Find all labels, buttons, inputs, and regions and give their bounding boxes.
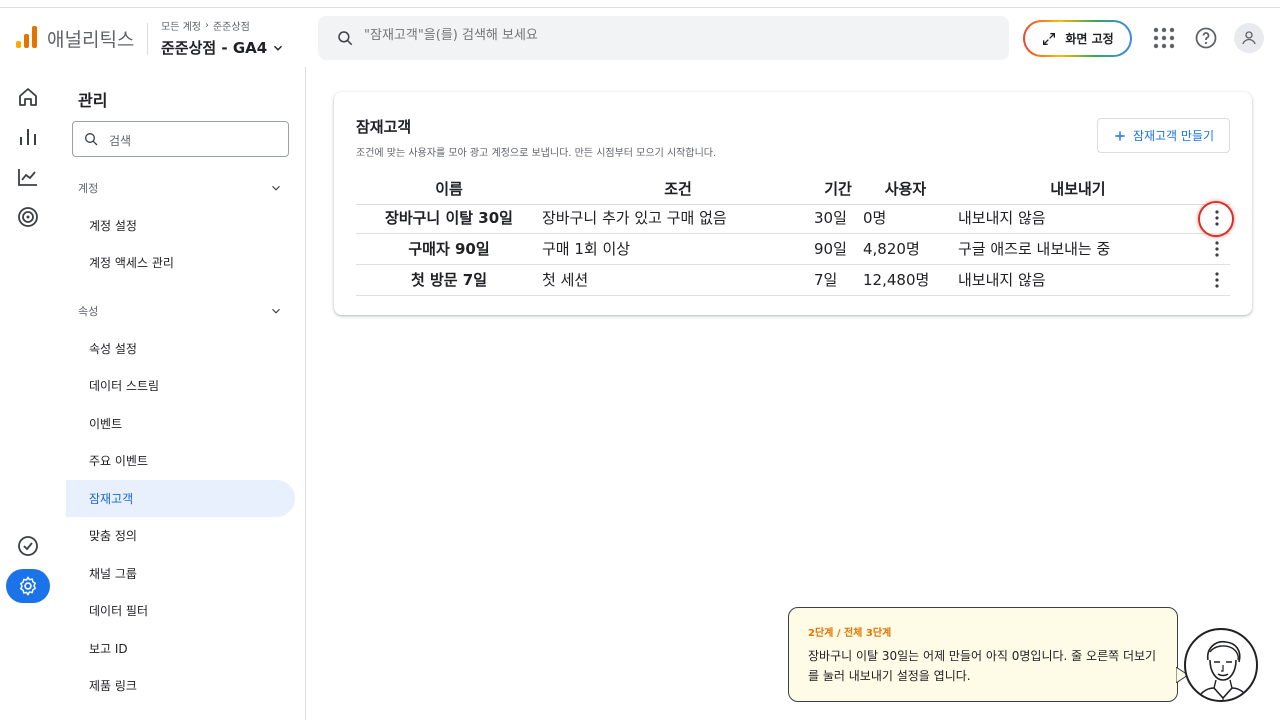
- section-account[interactable]: 계정: [78, 180, 283, 196]
- table-row[interactable]: 구매자 90일 구매 1회 이상 90일 4,820명 구글 애즈로 내보내는 …: [356, 234, 1230, 265]
- audience-export-status: 내보내지 않음: [958, 209, 1046, 227]
- audience-export-status: 내보내지 않음: [958, 271, 1046, 289]
- reports-icon[interactable]: [16, 125, 40, 149]
- breadcrumb-all-accounts[interactable]: 모든 계정: [161, 18, 201, 33]
- more-vert-icon: [1215, 272, 1219, 288]
- admin-gear-icon: [20, 576, 36, 596]
- fix-screen-button[interactable]: 화면 고정: [1023, 20, 1132, 57]
- sidebar-item-audiences[interactable]: 잠재고객: [66, 480, 295, 517]
- column-header-period[interactable]: 기간: [814, 174, 862, 204]
- row-more-button[interactable]: [1206, 269, 1228, 291]
- sidebar-search[interactable]: 검색: [72, 121, 289, 157]
- sidebar-item-product-links[interactable]: 제품 링크: [66, 667, 295, 704]
- tour-message: 장바구니 이탈 30일는 어제 만들어 아직 0명입니다. 줄 오른쪽 더보기를…: [808, 649, 1157, 683]
- expand-icon: [1043, 32, 1056, 45]
- chevron-right-icon: ›: [204, 20, 209, 31]
- help-icon[interactable]: [1194, 26, 1218, 50]
- sidebar-item-property-settings[interactable]: 속성 설정: [66, 330, 295, 367]
- audience-name[interactable]: 장바구니 이탈 30일: [356, 203, 542, 233]
- sidebar-search-placeholder: 검색: [109, 134, 132, 148]
- account-avatar[interactable]: [1234, 23, 1264, 53]
- guide-character-icon: [1196, 640, 1250, 700]
- sidebar-title: 관리: [78, 91, 108, 110]
- app-header: 애널리틱스 모든 계정 › 준준상점 준준상점 - GA4 화면 고정: [0, 9, 1280, 67]
- column-header-name[interactable]: 이름: [356, 174, 542, 204]
- audience-users: 4,820명: [863, 240, 920, 258]
- create-audience-button[interactable]: 잠재고객 만들기: [1097, 118, 1230, 153]
- sidebar-item-reporting-id[interactable]: 보고 ID: [66, 630, 295, 667]
- search-icon: [85, 133, 98, 146]
- tour-step-label: 2단계 / 전체 3단계: [808, 628, 892, 639]
- audience-users: 0명: [863, 209, 887, 227]
- audience-export-status: 구글 애즈로 내보내는 중: [958, 240, 1111, 258]
- more-vert-icon: [1215, 210, 1219, 226]
- global-search[interactable]: [318, 16, 1009, 60]
- person-icon: [1242, 31, 1256, 45]
- row-more-button[interactable]: [1206, 207, 1228, 229]
- audience-period: 90일: [814, 240, 847, 258]
- more-vert-icon: [1215, 241, 1219, 257]
- check-circle-icon[interactable]: [16, 534, 40, 558]
- audiences-card: 잠재고객 조건에 맞는 사용자를 모아 광고 계정으로 보냅니다. 만든 시점부…: [334, 92, 1252, 315]
- audience-condition: 장바구니 추가 있고 구매 없음: [542, 209, 727, 227]
- audience-users: 12,480명: [863, 271, 930, 289]
- sidebar-item-channel-groups[interactable]: 채널 그룹: [66, 555, 295, 592]
- sidebar-item-account-settings[interactable]: 계정 설정: [66, 207, 295, 244]
- plus-icon: [1115, 130, 1125, 141]
- property-selector[interactable]: 준준상점 - GA4: [161, 37, 285, 58]
- column-header-condition[interactable]: 조건: [542, 174, 814, 204]
- audience-period: 7일: [814, 271, 838, 289]
- card-title: 잠재고객: [356, 118, 412, 136]
- advertising-icon[interactable]: [16, 205, 40, 229]
- section-account-label: 계정: [78, 182, 99, 195]
- window-top-edge: [0, 0, 1280, 8]
- chevron-up-icon: [272, 308, 280, 314]
- apps-grid-icon[interactable]: [1152, 26, 1176, 50]
- admin-button[interactable]: [6, 569, 50, 603]
- search-input[interactable]: [364, 28, 964, 43]
- breadcrumb-account[interactable]: 준준상점: [213, 18, 250, 33]
- tour-bubble: 2단계 / 전체 3단계 장바구니 이탈 30일는 어제 만들어 아직 0명입니…: [788, 607, 1178, 702]
- row-more-button[interactable]: [1206, 238, 1228, 260]
- audience-condition: 첫 세션: [542, 271, 589, 289]
- admin-sidebar: 관리 검색 계정 계정 설정 계정 액세스 관리 속성 속성 설정 데이터 스트…: [56, 67, 306, 720]
- fix-screen-label: 화면 고정: [1065, 32, 1114, 46]
- audience-name[interactable]: 구매자 90일: [356, 234, 542, 264]
- column-header-export[interactable]: 내보내기: [958, 174, 1198, 204]
- audience-condition: 구매 1회 이상: [542, 240, 631, 258]
- sidebar-item-events[interactable]: 이벤트: [66, 405, 295, 442]
- audience-name[interactable]: 첫 방문 7일: [356, 265, 542, 295]
- column-header-users[interactable]: 사용자: [863, 174, 948, 204]
- table-row[interactable]: 첫 방문 7일 첫 세션 7일 12,480명 내보내지 않음: [356, 265, 1230, 296]
- analytics-logo-icon[interactable]: [16, 26, 38, 48]
- app-name[interactable]: 애널리틱스: [47, 25, 134, 52]
- section-property-label: 속성: [78, 305, 99, 318]
- sidebar-item-key-events[interactable]: 주요 이벤트: [66, 442, 295, 479]
- section-property[interactable]: 속성: [78, 303, 283, 319]
- home-icon[interactable]: [16, 85, 40, 109]
- sidebar-item-data-streams[interactable]: 데이터 스트림: [66, 367, 295, 404]
- search-icon: [338, 31, 353, 46]
- table-header-row: 이름 조건 기간 사용자 내보내기: [356, 174, 1230, 205]
- guide-mascot-avatar[interactable]: [1184, 628, 1258, 702]
- sidebar-item-custom-definitions[interactable]: 맞춤 정의: [66, 517, 295, 554]
- sidebar-item-account-access[interactable]: 계정 액세스 관리: [66, 244, 295, 281]
- property-name: 준준상점 - GA4: [161, 39, 268, 57]
- chevron-down-icon: [274, 45, 283, 51]
- card-subtitle: 조건에 맞는 사용자를 모아 광고 계정으로 보냅니다. 만든 시점부터 모으기…: [356, 148, 717, 159]
- sidebar-item-data-filters[interactable]: 데이터 필터: [66, 592, 295, 629]
- header-divider: [147, 23, 148, 55]
- create-audience-label: 잠재고객 만들기: [1132, 129, 1215, 143]
- breadcrumb[interactable]: 모든 계정 › 준준상점: [161, 18, 250, 33]
- audience-period: 30일: [814, 209, 847, 227]
- chevron-up-icon: [272, 185, 280, 191]
- explore-icon[interactable]: [16, 165, 40, 189]
- table-row[interactable]: 장바구니 이탈 30일 장바구니 추가 있고 구매 없음 30일 0명 내보내지…: [356, 201, 1234, 237]
